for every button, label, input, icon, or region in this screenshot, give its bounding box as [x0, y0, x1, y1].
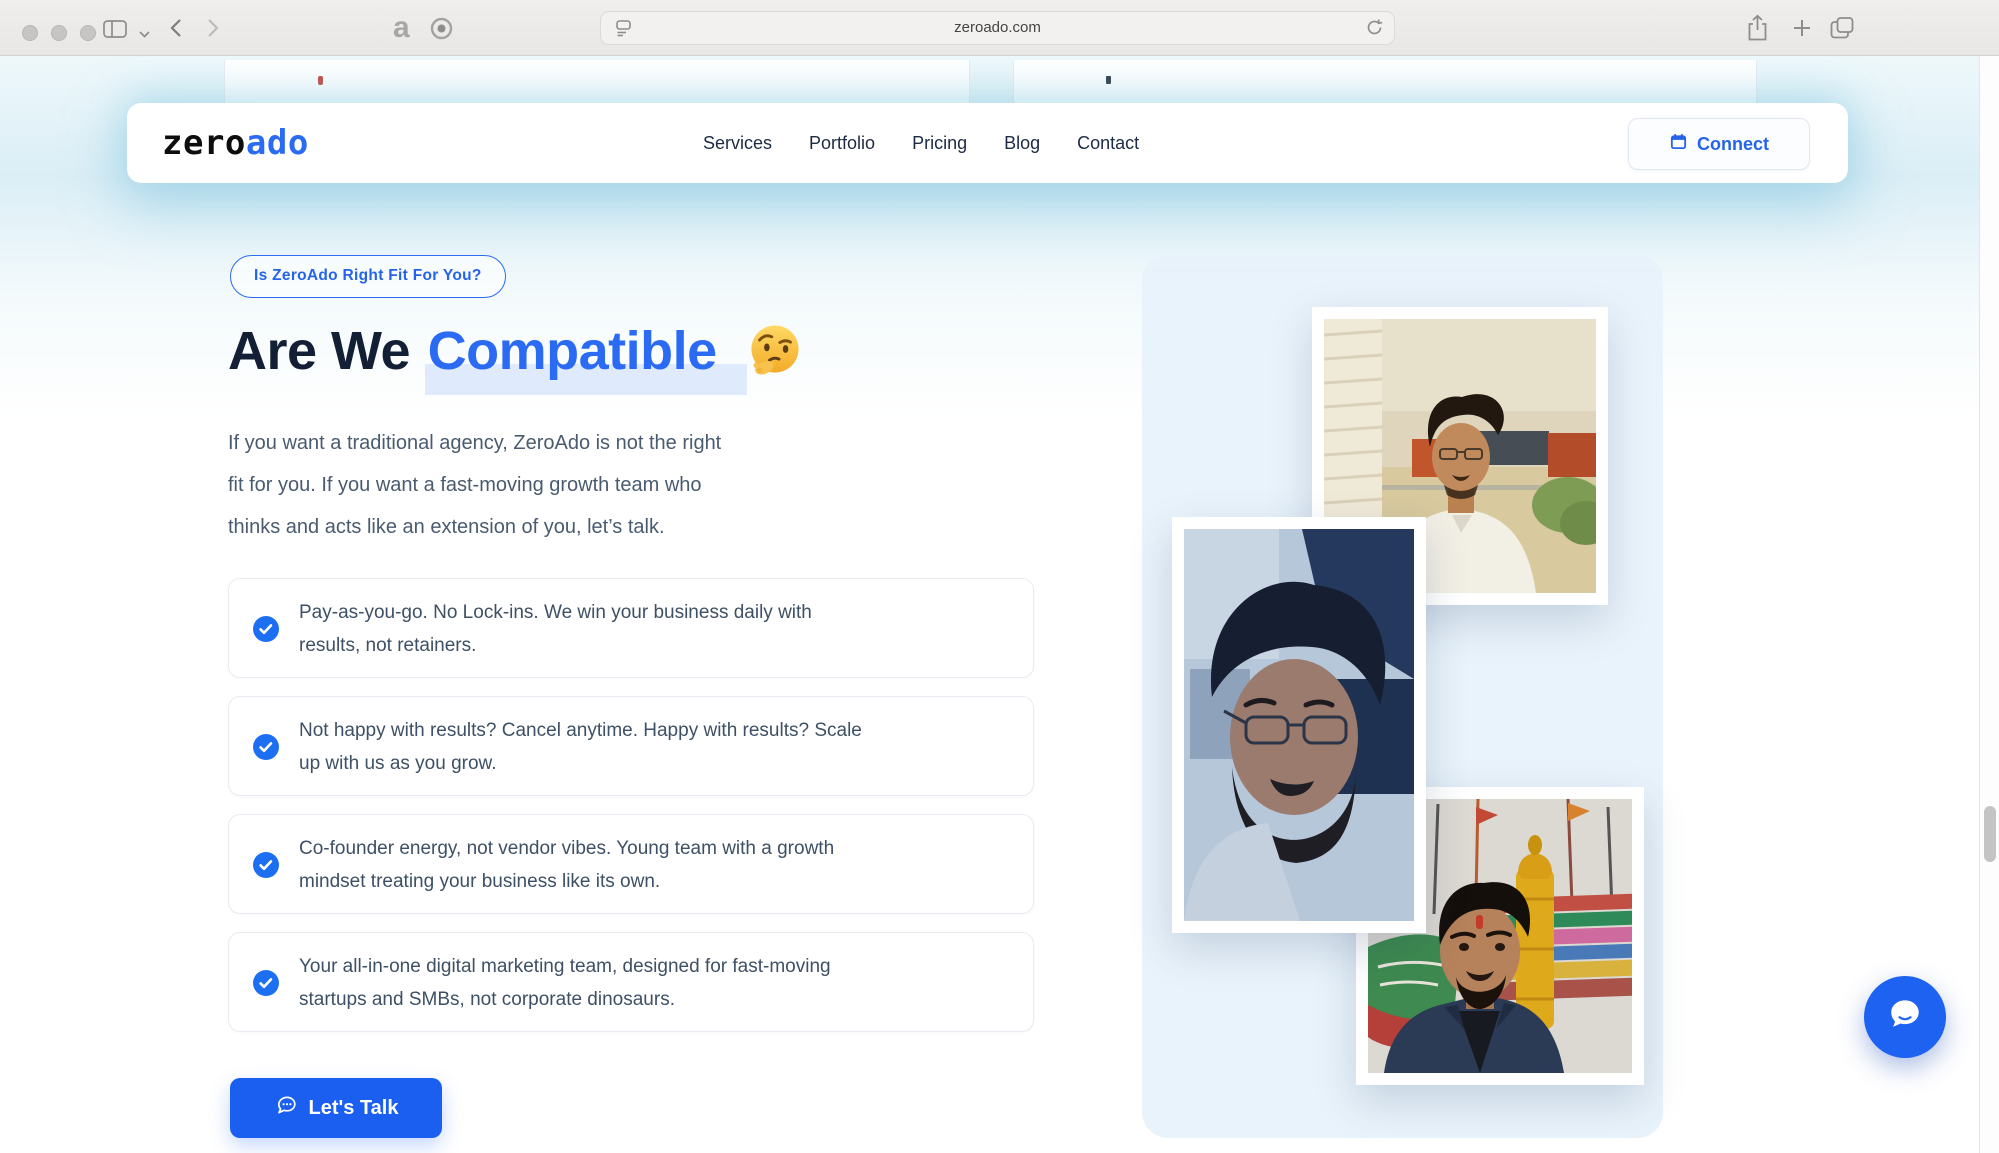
check-circle-icon — [253, 734, 279, 760]
logo-text-ado: ado — [246, 123, 309, 163]
webpage: zeroado Services Portfolio Pricing Blog … — [0, 56, 1999, 1153]
minimize-window-button[interactable] — [51, 25, 67, 41]
sidebar-toggle-icon[interactable] — [103, 20, 127, 43]
scrollbar-track[interactable] — [1980, 56, 1999, 1153]
paragraph-line: If you want a traditional agency, ZeroAd… — [228, 422, 721, 464]
lets-talk-label: Let's Talk — [309, 1097, 399, 1120]
chevron-down-icon[interactable] — [139, 25, 150, 43]
paragraph-line: thinks and acts like an extension of you… — [228, 506, 721, 548]
browser-toolbar: a zeroado.com — [0, 0, 1999, 56]
benefit-text: Pay-as-you-go. No Lock-ins. We win your … — [299, 596, 812, 662]
extension-record-icon[interactable] — [430, 17, 453, 45]
benefit-card: Pay-as-you-go. No Lock-ins. We win your … — [228, 578, 1034, 678]
back-button[interactable] — [169, 18, 182, 43]
scrollbar-thumb[interactable] — [1984, 806, 1996, 862]
address-bar[interactable]: zeroado.com — [600, 11, 1395, 45]
previous-section-text-fragment — [1106, 76, 1111, 84]
zoom-window-button[interactable] — [80, 25, 96, 41]
benefit-text: Your all-in-one digital marketing team, … — [299, 950, 831, 1016]
benefit-text: Not happy with results? Cancel anytime. … — [299, 714, 862, 780]
chat-balloon-icon — [1883, 993, 1927, 1042]
team-photo-office — [1172, 517, 1426, 933]
benefit-card: Not happy with results? Cancel anytime. … — [228, 696, 1034, 796]
close-window-button[interactable] — [22, 25, 38, 41]
benefit-text: Co-founder energy, not vendor vibes. You… — [299, 832, 834, 898]
extension-a-icon[interactable]: a — [393, 13, 410, 43]
logo-text-zero: zero — [162, 123, 246, 163]
connect-button[interactable]: Connect — [1628, 118, 1810, 170]
connect-button-label: Connect — [1697, 134, 1769, 155]
paragraph-line: fit for you. If you want a fast-moving g… — [228, 464, 721, 506]
previous-section-card — [224, 60, 970, 104]
chat-bubble-icon — [274, 1093, 298, 1123]
new-tab-icon[interactable] — [1791, 17, 1813, 44]
thinking-face-emoji — [749, 320, 801, 372]
calendar-icon — [1669, 132, 1688, 156]
nav-link-pricing[interactable]: Pricing — [912, 133, 967, 154]
tab-overview-icon[interactable] — [1829, 16, 1855, 45]
previous-section-logo-fragment — [318, 76, 323, 85]
nav-link-services[interactable]: Services — [703, 133, 772, 154]
nav-link-portfolio[interactable]: Portfolio — [809, 133, 875, 154]
heading-highlight: Compatible — [425, 321, 747, 395]
benefit-card: Your all-in-one digital marketing team, … — [228, 932, 1034, 1032]
check-circle-icon — [253, 852, 279, 878]
nav-links: Services Portfolio Pricing Blog Contact — [703, 103, 1139, 183]
forward-button[interactable] — [207, 18, 220, 43]
share-icon[interactable] — [1746, 14, 1769, 47]
section-badge: Is ZeroAdo Right Fit For You? — [230, 255, 506, 298]
site-logo[interactable]: zeroado — [162, 126, 309, 160]
page-title: Are We Compatible — [228, 314, 801, 388]
check-circle-icon — [253, 970, 279, 996]
heading-prefix: Are We — [228, 321, 410, 381]
nav-link-blog[interactable]: Blog — [1004, 133, 1040, 154]
section-paragraph: If you want a traditional agency, ZeroAd… — [228, 422, 721, 548]
refresh-icon[interactable] — [1365, 18, 1384, 42]
previous-section-card — [1013, 60, 1757, 104]
chat-widget-button[interactable] — [1864, 976, 1946, 1058]
url-text[interactable]: zeroado.com — [601, 12, 1394, 44]
lets-talk-button[interactable]: Let's Talk — [230, 1078, 442, 1138]
browser-window: a zeroado.com — [0, 0, 1999, 1153]
benefit-card: Co-founder energy, not vendor vibes. You… — [228, 814, 1034, 914]
site-navbar: zeroado Services Portfolio Pricing Blog … — [127, 103, 1848, 183]
check-circle-icon — [253, 616, 279, 642]
nav-link-contact[interactable]: Contact — [1077, 133, 1139, 154]
